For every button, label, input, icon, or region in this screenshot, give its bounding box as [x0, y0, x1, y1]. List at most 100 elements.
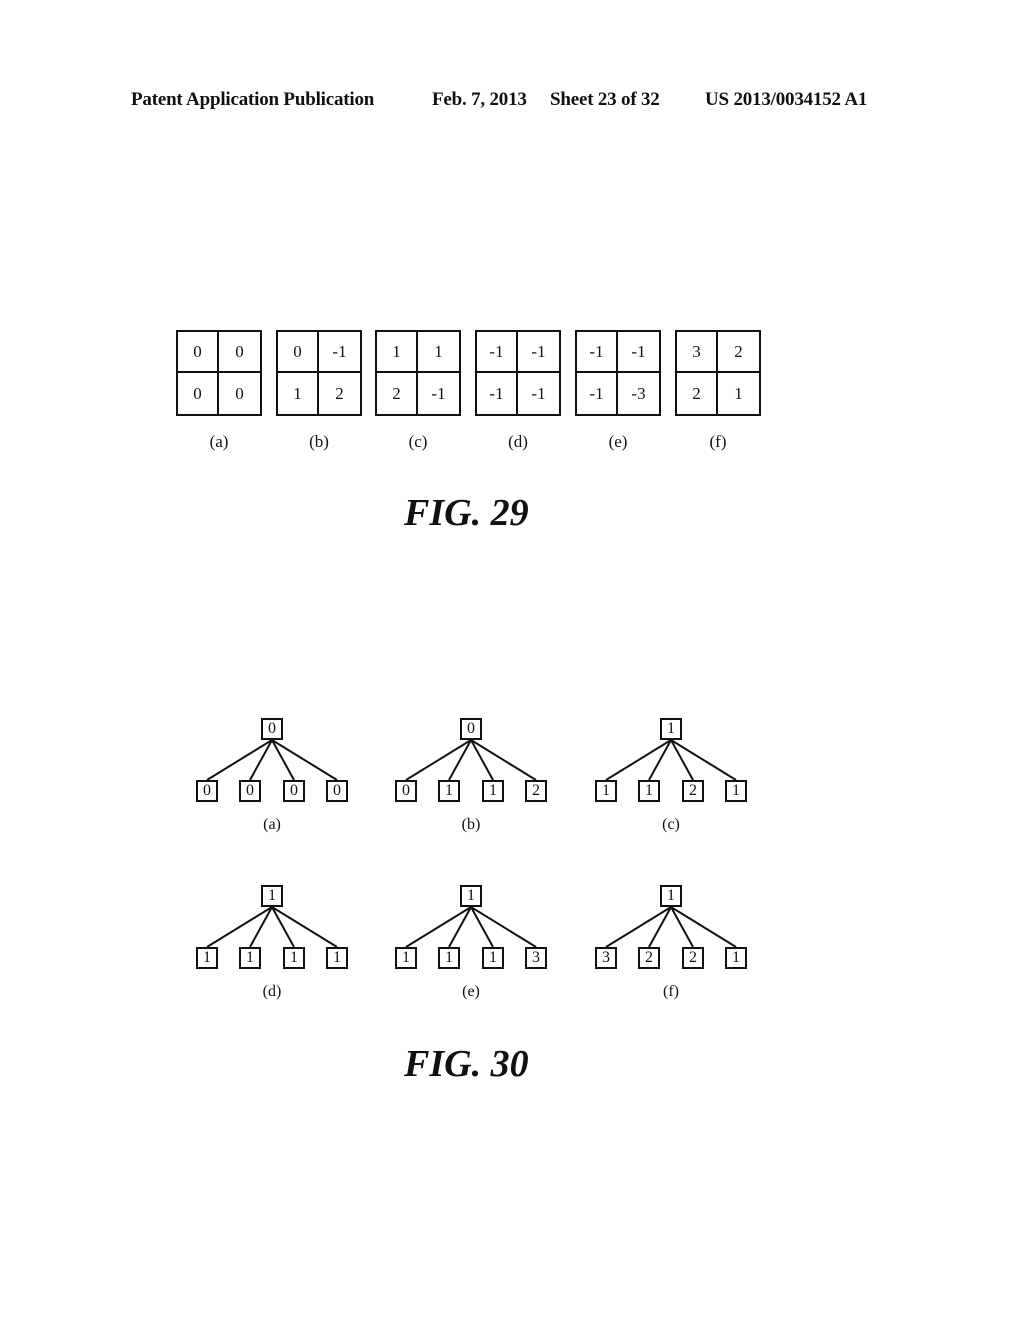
grid-cell: -3 [631, 383, 646, 403]
fig30-edges [206, 739, 737, 948]
fig30-tree-b-child-node: 1 [438, 780, 460, 802]
grid-cell: 0 [278, 332, 319, 373]
fig30-label-a: (a) [263, 816, 281, 833]
fig29-title: FIG. 29 [404, 492, 529, 534]
patent-number: US 2013/0034152 A1 [705, 89, 868, 110]
fig30-tree-edge [670, 906, 694, 948]
grid-cell: -1 [518, 332, 559, 373]
fig30-tree-edge [470, 906, 494, 948]
grid-cell: 0 [219, 332, 260, 373]
fig30-tree-edge [271, 739, 338, 781]
sheet-number: Sheet 23 of 32 [550, 89, 660, 110]
grid-cell: 1 [377, 332, 418, 373]
fig30-tree-b-root-node: 0 [460, 718, 482, 740]
fig30-tree-edge [648, 739, 672, 781]
fig30-tree-edge [670, 906, 737, 948]
fig29-label-e: (e) [608, 432, 628, 451]
grid-cell: -1 [531, 383, 546, 403]
fig29-label-c: (c) [408, 432, 428, 451]
fig29-grid-d: -1 -1 -1 -1 [475, 330, 561, 416]
fig30-tree-edge [448, 906, 472, 948]
fig29-label-a: (a) [209, 432, 229, 451]
fig29-grid-c: 1 1 2 -1 [375, 330, 461, 416]
grid-cell: 2 [335, 383, 344, 403]
fig30-tree-edge [648, 906, 672, 948]
fig29-grid-b: 0 -1 1 2 [276, 330, 362, 416]
fig30-tree-edge [206, 906, 273, 948]
fig30-tree-edge [405, 739, 472, 781]
fig30-tree-d-child-node: 1 [239, 947, 261, 969]
grid-cell: -1 [577, 332, 618, 373]
grid-cell: 3 [677, 332, 718, 373]
publication-date: Feb. 7, 2013 [432, 89, 527, 110]
fig30-tree-a-child-node: 0 [196, 780, 218, 802]
fig29-grid-a: 0 0 0 0 [176, 330, 262, 416]
fig30-tree-a-child-node: 0 [239, 780, 261, 802]
fig30-tree-d-child-node: 1 [326, 947, 348, 969]
fig30-tree-d-child-node: 1 [283, 947, 305, 969]
fig30-tree-edge [249, 739, 273, 781]
fig30-tree-e-child-node: 1 [482, 947, 504, 969]
fig30-tree-f-child-node: 1 [725, 947, 747, 969]
fig29-label-d: (d) [508, 432, 528, 451]
fig30-tree-edge [470, 739, 537, 781]
grid-cell: 0 [235, 383, 244, 403]
publication-type: Patent Application Publication [131, 89, 375, 110]
grid-cell: 1 [418, 332, 459, 373]
grid-cell: -1 [319, 332, 360, 373]
grid-cell: 1 [278, 373, 319, 414]
fig30-label-f: (f) [663, 983, 679, 1000]
grid-cell: 0 [178, 332, 219, 373]
fig30-label-b: (b) [461, 816, 481, 833]
fig30-tree-f-child-node: 2 [638, 947, 660, 969]
fig29-grid-f: 3 2 2 1 [675, 330, 761, 416]
grid-cell: -1 [618, 332, 659, 373]
fig30-label-d: (d) [262, 983, 282, 1000]
grid-cell: 2 [718, 332, 759, 373]
fig30-tree-edge [405, 906, 472, 948]
fig29-label-b: (b) [309, 432, 329, 451]
fig30-tree-edge [271, 906, 338, 948]
fig30-tree-f-child-node: 3 [595, 947, 617, 969]
fig30-tree-edge [271, 906, 295, 948]
fig30-tree-c-root-node: 1 [660, 718, 682, 740]
grid-cell: -1 [577, 373, 618, 414]
grid-cell: 2 [677, 373, 718, 414]
grid-cell: -1 [431, 383, 446, 403]
fig30-tree-edge [249, 906, 273, 948]
fig30-tree-a-root-node: 0 [261, 718, 283, 740]
fig30-tree-b-child-node: 2 [525, 780, 547, 802]
grid-cell: 2 [377, 373, 418, 414]
fig30-tree-e-child-node: 1 [438, 947, 460, 969]
fig30-tree-edge [605, 906, 672, 948]
fig30-tree-d-root-node: 1 [261, 885, 283, 907]
fig30-tree-d-child-node: 1 [196, 947, 218, 969]
fig30-tree-e-child-node: 3 [525, 947, 547, 969]
fig30-tree-edge [448, 739, 472, 781]
fig30-tree-c-child-node: 1 [595, 780, 617, 802]
fig29-grid-e: -1 -1 -1 -3 [575, 330, 661, 416]
grid-cell: -1 [477, 332, 518, 373]
fig30-title: FIG. 30 [404, 1043, 529, 1085]
fig30-tree-b-child-node: 1 [482, 780, 504, 802]
fig30-tree-edge [670, 739, 737, 781]
fig30-tree-c-child-node: 1 [725, 780, 747, 802]
fig30-tree-c-child-node: 2 [682, 780, 704, 802]
fig30-tree-edge [271, 739, 295, 781]
fig30-tree-e-root-node: 1 [460, 885, 482, 907]
fig30-tree-e-child-node: 1 [395, 947, 417, 969]
fig30-tree-b-child-node: 0 [395, 780, 417, 802]
fig29-label-f: (f) [709, 432, 727, 451]
fig30-tree-c-child-node: 1 [638, 780, 660, 802]
grid-cell: 1 [734, 383, 743, 403]
fig30-tree-edge [206, 739, 273, 781]
fig30-tree-edge [470, 739, 494, 781]
fig30-tree-a-child-node: 0 [326, 780, 348, 802]
fig30-tree-a-child-node: 0 [283, 780, 305, 802]
fig30-label-e: (e) [462, 983, 480, 1000]
fig30-tree-f-child-node: 2 [682, 947, 704, 969]
fig30-tree-edge [670, 739, 694, 781]
grid-cell: 0 [178, 373, 219, 414]
fig30-tree-edge [605, 739, 672, 781]
fig30-tree-edge [470, 906, 537, 948]
